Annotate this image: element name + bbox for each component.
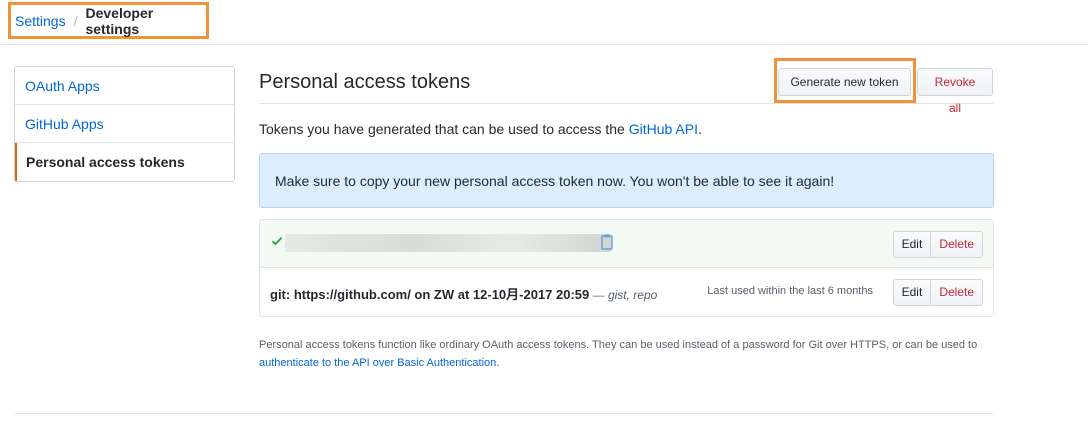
- footer-divider: [14, 413, 994, 414]
- main-content: Personal access tokens Generate new toke…: [259, 58, 994, 372]
- token-row-new: Edit Delete: [260, 220, 993, 268]
- subhead: Personal access tokens Generate new toke…: [259, 58, 994, 115]
- token-scopes: gist, repo: [607, 288, 658, 302]
- developer-settings-menu: OAuth Apps GitHub Apps Personal access t…: [14, 66, 235, 182]
- intro-text: Tokens you have generated that can be us…: [259, 121, 994, 137]
- last-used-text: Last used within the last 6 months: [707, 285, 873, 297]
- header-divider: [0, 44, 1088, 45]
- basic-auth-link[interactable]: authenticate to the API over Basic Authe…: [259, 357, 496, 369]
- breadcrumb: Settings / Developer settings: [8, 2, 209, 39]
- token-row: git: https://github.com/ on ZW at 12-10月…: [260, 268, 993, 316]
- edit-button[interactable]: Edit: [892, 231, 932, 258]
- token-list: Edit Delete git: https://github.com/ on …: [259, 219, 994, 317]
- github-api-link[interactable]: GitHub API: [629, 121, 698, 137]
- note-end: .: [496, 357, 500, 369]
- flash-message: Make sure to copy your new personal acce…: [275, 172, 835, 189]
- delete-button[interactable]: Delete: [931, 231, 983, 258]
- token-note[interactable]: git: https://github.com/ on ZW at 12-10月…: [270, 287, 589, 302]
- intro-text-body: Tokens you have generated that can be us…: [259, 121, 629, 137]
- breadcrumb-current: Developer settings: [85, 4, 154, 37]
- token-actions: Edit Delete: [892, 231, 983, 258]
- breadcrumb-settings-link[interactable]: Settings: [15, 13, 66, 29]
- token-description: git: https://github.com/ on ZW at 12-10月…: [270, 284, 657, 303]
- sidebar-item-personal-access-tokens[interactable]: Personal access tokens: [15, 143, 234, 181]
- check-icon: [271, 237, 283, 246]
- generate-new-token-button[interactable]: Generate new token: [778, 68, 911, 96]
- sidebar-item-github-apps[interactable]: GitHub Apps: [15, 105, 234, 143]
- revoke-all-button[interactable]: Revoke all: [917, 68, 993, 115]
- sidebar-item-oauth-apps[interactable]: OAuth Apps: [15, 67, 234, 105]
- flash-notice: Make sure to copy your new personal acce…: [259, 153, 994, 208]
- token-actions: Edit Delete: [892, 279, 983, 306]
- edit-button[interactable]: Edit: [892, 279, 932, 306]
- breadcrumb-separator: /: [73, 12, 78, 29]
- page-title: Personal access tokens: [259, 71, 471, 93]
- clipboard-icon[interactable]: [600, 234, 614, 250]
- intro-text-end: .: [697, 121, 702, 137]
- token-value-redacted: [285, 234, 611, 252]
- delete-button[interactable]: Delete: [931, 279, 983, 306]
- info-note: Personal access tokens function like ord…: [259, 336, 994, 372]
- token-dash: —: [589, 288, 608, 302]
- note-text: Personal access tokens function like ord…: [259, 339, 978, 351]
